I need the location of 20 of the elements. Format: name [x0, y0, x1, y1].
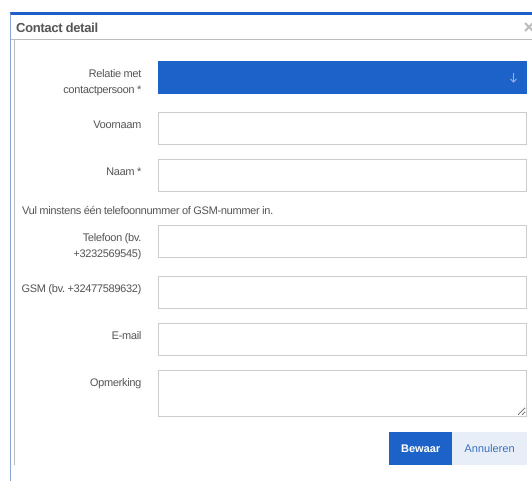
field-label: Naam *: [105, 165, 141, 180]
save-button[interactable]: Bewaar: [389, 432, 452, 465]
input-field[interactable]: [158, 276, 527, 309]
hint-text: Vul minstens één telefoonnummer of GSM-nummer in.: [22, 205, 274, 217]
field-label: GSM (bv. +32477589632): [20, 282, 141, 297]
dialog-title: Contact detail: [16, 20, 98, 34]
field-label: Opmerking: [88, 376, 141, 391]
input-field[interactable]: [158, 112, 527, 145]
input-field[interactable]: [158, 159, 527, 192]
input-field[interactable]: [158, 225, 527, 258]
dropdown-field[interactable]: [158, 61, 527, 94]
field-label: Telefoon (bv. +3232569545): [72, 231, 141, 262]
field-label: Relatie met contactpersoon *: [62, 67, 141, 98]
field-label: Voornaam: [92, 118, 141, 133]
field-label: E-mail: [110, 329, 141, 344]
cancel-button[interactable]: Annuleren: [452, 432, 527, 465]
text-area[interactable]: [158, 370, 527, 417]
close-icon[interactable]: [524, 22, 532, 32]
arrow-down-icon: [510, 72, 517, 82]
input-field[interactable]: [158, 323, 527, 356]
